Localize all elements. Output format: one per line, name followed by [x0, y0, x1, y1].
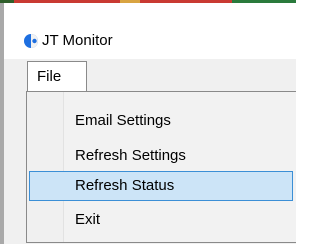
app-window: JT Monitor File Email Settings Refresh S…	[0, 3, 296, 244]
title-bar[interactable]: JT Monitor	[4, 3, 296, 59]
window-title: JT Monitor	[42, 32, 113, 49]
menu-item-refresh-settings[interactable]: Refresh Settings	[29, 141, 293, 171]
file-menu-label: File	[37, 68, 62, 85]
menu-item-label: Exit	[75, 211, 101, 228]
menu-item-exit[interactable]: Exit	[29, 205, 293, 235]
file-menu[interactable]: File	[27, 61, 87, 91]
file-menu-dropdown: Email Settings Refresh Settings Refresh …	[26, 91, 296, 243]
menu-item-email-settings[interactable]: Email Settings	[29, 106, 293, 136]
menu-item-refresh-status[interactable]: Refresh Status	[29, 171, 293, 201]
menu-item-label: Email Settings	[75, 112, 171, 129]
jt-monitor-app-icon	[24, 34, 38, 48]
menu-item-label: Refresh Status	[75, 177, 175, 194]
menu-bar: File	[4, 59, 296, 91]
menu-item-label: Refresh Settings	[75, 147, 186, 164]
